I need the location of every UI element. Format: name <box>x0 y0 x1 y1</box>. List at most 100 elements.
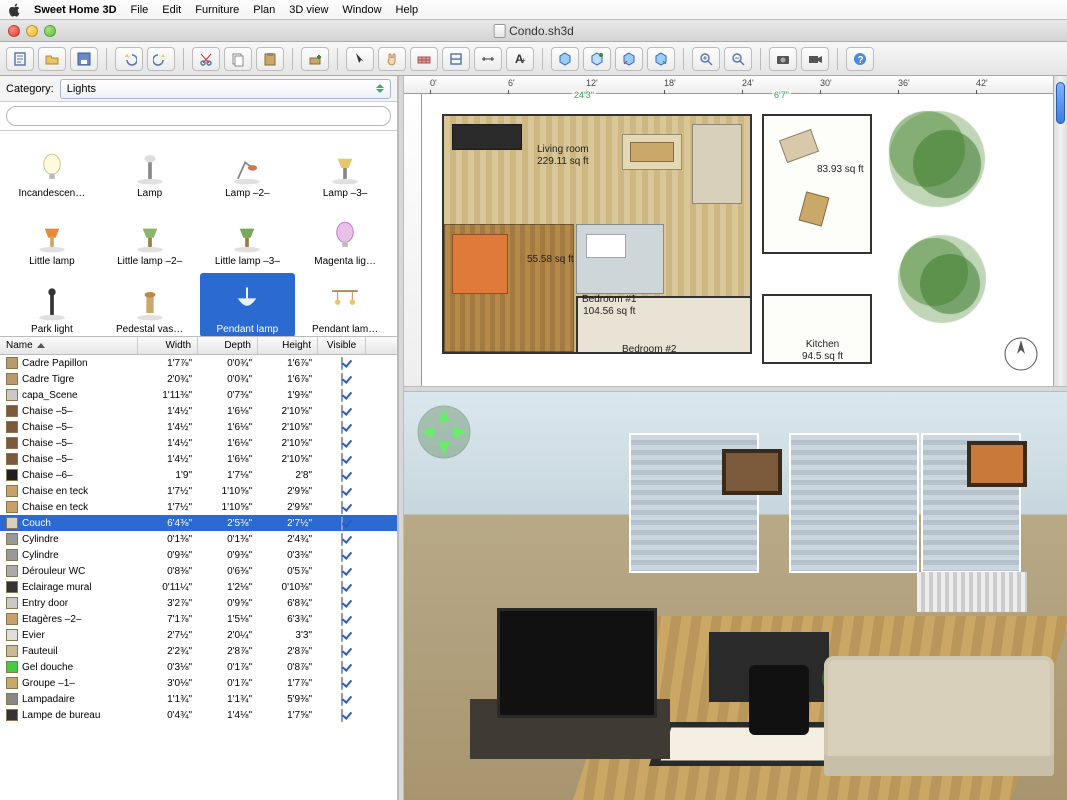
dimension-tool-button[interactable] <box>474 47 502 71</box>
create-video-button[interactable] <box>801 47 829 71</box>
catalog-item[interactable]: Little lamp –2– <box>102 205 198 269</box>
catalog-item[interactable]: Lamp <box>102 137 198 201</box>
menu-furniture[interactable]: Furniture <box>195 4 239 16</box>
undo-button[interactable] <box>115 47 143 71</box>
catalog-item[interactable]: Magenta lig… <box>297 205 393 269</box>
furniture-row[interactable]: Cadre Tigre2'0¾"0'0¾"1'6⅞" <box>0 371 397 387</box>
open-file-button[interactable] <box>38 47 66 71</box>
plan-view[interactable]: 0'6'12'18'24'30'36'42' <box>404 76 1053 386</box>
catalog-item[interactable]: Lamp –2– <box>200 137 296 201</box>
furniture-row[interactable]: Dérouleur WC0'8⅜"0'6⅜"0'5⅞" <box>0 563 397 579</box>
furniture-row[interactable]: Chaise en teck1'7½"1'10⅝"2'9⅝" <box>0 499 397 515</box>
plan-vertical-scrollbar[interactable] <box>1053 76 1067 386</box>
furniture-row[interactable]: Evier2'7½"2'0¼"3'3" <box>0 627 397 643</box>
zoom-out-button[interactable] <box>724 47 752 71</box>
furniture-row[interactable]: Chaise –5–1'4½"1'6⅛"2'10⅝" <box>0 435 397 451</box>
furniture-list[interactable]: Name Width Depth Height Visible Cadre Pa… <box>0 337 397 800</box>
visible-checkbox[interactable] <box>341 453 343 466</box>
visible-checkbox[interactable] <box>341 389 343 402</box>
visible-checkbox[interactable] <box>341 421 343 434</box>
visible-checkbox[interactable] <box>341 581 343 594</box>
furniture-row[interactable]: Cylindre0'9⅜"0'9⅜"0'3⅜" <box>0 547 397 563</box>
column-width[interactable]: Width <box>138 337 198 354</box>
take-photo-button[interactable] <box>769 47 797 71</box>
menu-file[interactable]: File <box>131 4 149 16</box>
furniture-row[interactable]: Etagères –2–7'1⅞"1'5⅛"6'3¾" <box>0 611 397 627</box>
window-zoom-button[interactable] <box>44 25 56 37</box>
menu-help[interactable]: Help <box>396 4 419 16</box>
catalog-item[interactable]: Lamp –3– <box>297 137 393 201</box>
furniture-row[interactable]: Entry door3'2⅞"0'9⅝"6'8¾" <box>0 595 397 611</box>
3d-navigation-gizmo[interactable] <box>416 404 472 460</box>
menu-3d-view[interactable]: 3D view <box>289 4 328 16</box>
furniture-row[interactable]: Chaise en teck1'7½"1'10⅝"2'9⅝" <box>0 483 397 499</box>
visible-checkbox[interactable] <box>341 533 343 546</box>
visible-checkbox[interactable] <box>341 501 343 514</box>
catalog-item[interactable]: Incandescen… <box>4 137 100 201</box>
visible-checkbox[interactable] <box>341 677 343 690</box>
paste-button[interactable] <box>256 47 284 71</box>
visible-checkbox[interactable] <box>341 645 343 658</box>
modify-3d-button[interactable] <box>583 47 611 71</box>
column-depth[interactable]: Depth <box>198 337 258 354</box>
zoom-in-button[interactable] <box>692 47 720 71</box>
add-furniture-button[interactable] <box>301 47 329 71</box>
room-tool-button[interactable] <box>442 47 470 71</box>
furniture-row[interactable]: Chaise –5–1'4½"1'6⅛"2'10⅝" <box>0 419 397 435</box>
visible-checkbox[interactable] <box>341 613 343 626</box>
furniture-row[interactable]: Fauteuil2'2¾"2'8⅞"2'8⅞" <box>0 643 397 659</box>
copy-button[interactable] <box>224 47 252 71</box>
visible-checkbox[interactable] <box>341 485 343 498</box>
furniture-row[interactable]: Eclairage mural0'11¼"1'2⅛"0'10⅜" <box>0 579 397 595</box>
visible-checkbox[interactable] <box>341 693 343 706</box>
catalog-item[interactable]: Pedestal vas… <box>102 273 198 337</box>
visible-checkbox[interactable] <box>341 517 343 530</box>
category-select[interactable]: Lights <box>60 79 391 99</box>
catalog-item[interactable]: Pendant lamp <box>200 273 296 337</box>
furniture-row[interactable]: Couch6'4⅜"2'5⅜"2'7½" <box>0 515 397 531</box>
save-file-button[interactable] <box>70 47 98 71</box>
visible-checkbox[interactable] <box>341 357 343 370</box>
visible-checkbox[interactable] <box>341 661 343 674</box>
column-name[interactable]: Name <box>0 337 138 354</box>
cut-button[interactable] <box>192 47 220 71</box>
catalog-search-input[interactable] <box>6 106 391 126</box>
pan-tool-button[interactable] <box>378 47 406 71</box>
furniture-row[interactable]: capa_Scene1'11⅜"0'7⅜"1'9⅜" <box>0 387 397 403</box>
window-minimize-button[interactable] <box>26 25 38 37</box>
visible-checkbox[interactable] <box>341 597 343 610</box>
visible-checkbox[interactable] <box>341 565 343 578</box>
visible-checkbox[interactable] <box>341 373 343 386</box>
furniture-row[interactable]: Chaise –5–1'4½"1'6⅛"2'10⅝" <box>0 403 397 419</box>
furniture-row[interactable]: Lampe de bureau0'4¾"1'4⅛"1'7⅝" <box>0 707 397 723</box>
column-visible[interactable]: Visible <box>318 337 366 354</box>
import-3d-button[interactable] <box>615 47 643 71</box>
wall-tool-button[interactable] <box>410 47 438 71</box>
furniture-row[interactable]: Groupe –1–3'0⅛"0'1⅞"1'7⅞" <box>0 675 397 691</box>
visible-checkbox[interactable] <box>341 405 343 418</box>
visible-checkbox[interactable] <box>341 709 343 722</box>
column-height[interactable]: Height <box>258 337 318 354</box>
furniture-row[interactable]: Cadre Papillon1'7⅞"0'0¾"1'6⅞" <box>0 355 397 371</box>
catalog-item[interactable]: Pendant lam… <box>297 273 393 337</box>
select-tool-button[interactable] <box>346 47 374 71</box>
window-close-button[interactable] <box>8 25 20 37</box>
furniture-row[interactable]: Gel douche0'3⅛"0'1⅞"0'8⅞" <box>0 659 397 675</box>
export-3d-button[interactable] <box>647 47 675 71</box>
furniture-row[interactable]: Chaise –5–1'4½"1'6⅛"2'10⅝" <box>0 451 397 467</box>
catalog-item[interactable]: Park light <box>4 273 100 337</box>
catalog-item[interactable]: Little lamp <box>4 205 100 269</box>
3d-view[interactable] <box>404 392 1067 800</box>
catalog-item[interactable]: Little lamp –3– <box>200 205 296 269</box>
help-button[interactable]: ? <box>846 47 874 71</box>
menu-edit[interactable]: Edit <box>162 4 181 16</box>
visible-checkbox[interactable] <box>341 469 343 482</box>
furniture-row[interactable]: Cylindre0'1⅜"0'1⅜"2'4¾" <box>0 531 397 547</box>
apple-menu-icon[interactable] <box>8 3 22 17</box>
new-file-button[interactable] <box>6 47 34 71</box>
text-tool-button[interactable]: A+ <box>506 47 534 71</box>
create-3d-button[interactable] <box>551 47 579 71</box>
visible-checkbox[interactable] <box>341 549 343 562</box>
menu-window[interactable]: Window <box>342 4 381 16</box>
menu-plan[interactable]: Plan <box>253 4 275 16</box>
